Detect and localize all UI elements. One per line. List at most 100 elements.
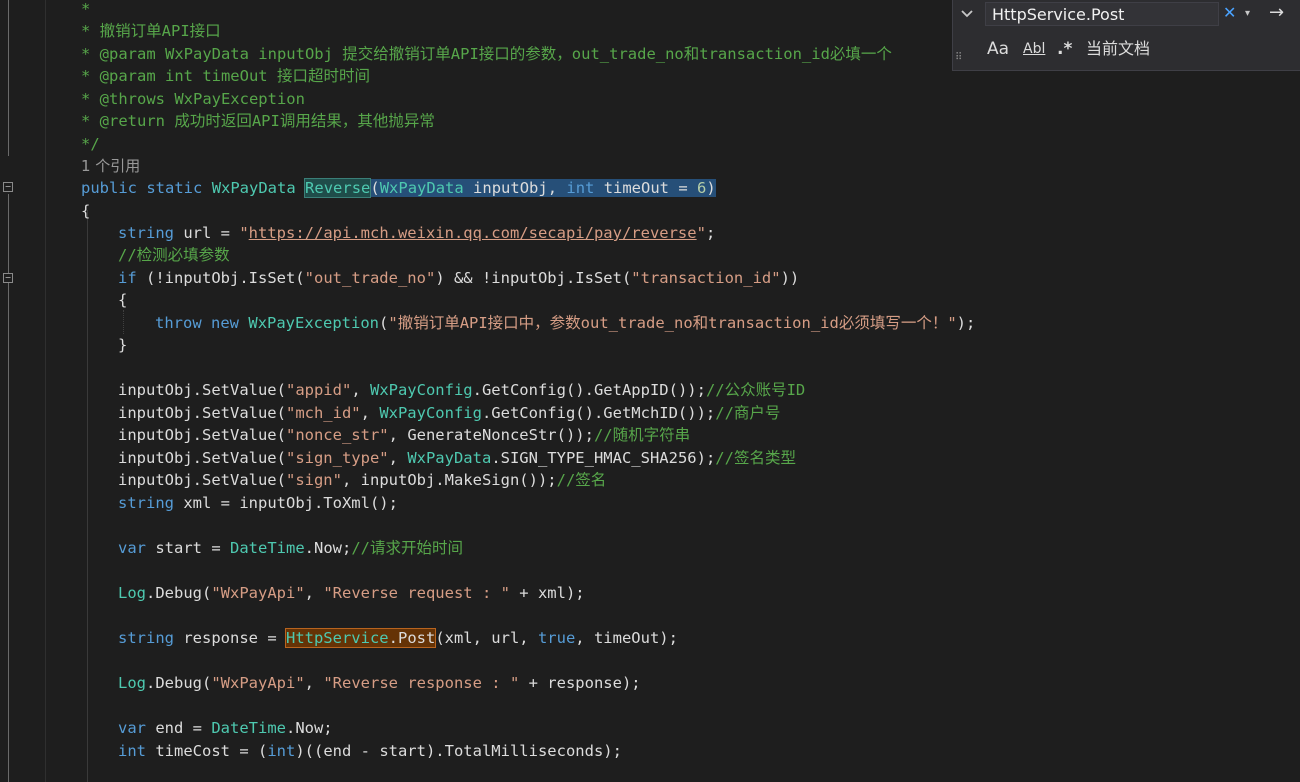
find-match-highlight[interactable]: HttpService.Post bbox=[284, 628, 437, 648]
string-literal: "WxPayApi" bbox=[211, 674, 305, 692]
code-text: .SIGN_TYPE_HMAC_SHA256); bbox=[491, 449, 716, 467]
doc-comment-line: * @return 成功时返回API调用结果，其他抛异常 bbox=[81, 112, 435, 130]
close-icon[interactable]: ✕ bbox=[1223, 2, 1236, 24]
doc-comment-line: * 撤销订单API接口 bbox=[81, 22, 221, 40]
code-line: if (!inputObj.IsSet("out_trade_no") && !… bbox=[118, 267, 799, 289]
string-literal: "nonce_str" bbox=[285, 426, 389, 444]
code-text: ); bbox=[956, 314, 976, 332]
code-text: inputObj.SetValue( bbox=[118, 449, 286, 467]
whole-word-toggle[interactable]: Abl bbox=[1023, 38, 1045, 60]
code-text: xml = inputObj.ToXml(); bbox=[174, 494, 398, 512]
code-text: response = bbox=[174, 629, 286, 647]
codelens-references[interactable]: 1 个引用 bbox=[81, 155, 140, 177]
string-literal: "appid" bbox=[285, 381, 352, 399]
string-quote: " bbox=[696, 224, 706, 242]
regex-toggle[interactable]: .* bbox=[1057, 38, 1072, 60]
param-text: timeOut = bbox=[594, 179, 698, 197]
code-text: .GetConfig().GetAppID()); bbox=[472, 381, 706, 399]
code-text: ) && !inputObj.IsSet( bbox=[435, 269, 632, 287]
code-line: inputObj.SetValue("appid", WxPayConfig.G… bbox=[118, 379, 805, 401]
brace: { bbox=[118, 291, 128, 309]
code-editor[interactable]: − − * * 撤销订单API接口 * @param WxPayData inp… bbox=[0, 0, 1300, 782]
code-line: var end = DateTime.Now; bbox=[118, 717, 333, 739]
code-line: throw new WxPayException("撤销订单API接口中，参数o… bbox=[155, 312, 975, 334]
collapse-method-icon[interactable]: − bbox=[3, 182, 13, 192]
code-text: + response); bbox=[519, 674, 641, 692]
keyword: new bbox=[211, 314, 240, 332]
code-line: inputObj.SetValue("mch_id", WxPayConfig.… bbox=[118, 402, 780, 424]
type-name: WxPayData bbox=[407, 449, 492, 467]
code-text: inputObj.SetValue( bbox=[118, 404, 286, 422]
comment: //随机字符串 bbox=[593, 426, 691, 444]
keyword: throw bbox=[155, 314, 202, 332]
code-text: , bbox=[341, 471, 361, 489]
type-name: HttpService bbox=[285, 629, 389, 647]
code-text: ( bbox=[379, 314, 389, 332]
code-text: , bbox=[388, 426, 408, 444]
comment: //签名类型 bbox=[715, 449, 796, 467]
indent-guide bbox=[87, 210, 88, 782]
collapse-if-icon[interactable]: − bbox=[3, 273, 13, 283]
code-text: ; bbox=[705, 224, 716, 242]
find-widget: HttpService.Post ✕ ▾ → Aa Abl .* 当前文档 ⠿ bbox=[952, 0, 1300, 71]
code-line: string url = "https://api.mch.weixin.qq.… bbox=[118, 222, 715, 244]
string-literal: "mch_id" bbox=[285, 404, 361, 422]
keyword: static bbox=[146, 179, 203, 197]
dropdown-icon[interactable]: ▾ bbox=[1245, 4, 1250, 24]
code-line: inputObj.SetValue("nonce_str", GenerateN… bbox=[118, 424, 690, 446]
comment-line: //检测必填参数 bbox=[118, 246, 230, 264]
code-text: inputObj.SetValue( bbox=[118, 426, 286, 444]
code-line: Log.Debug("WxPayApi", "Reverse request :… bbox=[118, 582, 585, 604]
code-text: url = bbox=[174, 224, 240, 242]
resize-grip-icon[interactable]: ⠿ bbox=[955, 52, 962, 63]
doc-comment-line: */ bbox=[81, 135, 100, 153]
code-text: (xml, url, bbox=[435, 629, 538, 647]
find-next-icon[interactable]: → bbox=[1269, 1, 1284, 25]
method-name-highlight[interactable]: Reverse bbox=[304, 178, 372, 198]
code-text: , bbox=[388, 449, 408, 467]
code-text: .GetConfig().GetMchID()); bbox=[481, 404, 716, 422]
code-text: , bbox=[351, 381, 370, 399]
type-name: DateTime bbox=[230, 539, 305, 557]
string-quote: " bbox=[239, 224, 249, 242]
string-literal: "out_trade_no" bbox=[304, 269, 436, 287]
code-text: .Now; bbox=[285, 719, 333, 737]
outline-line bbox=[8, 0, 9, 156]
code-text: , bbox=[304, 584, 324, 602]
code-line: string xml = inputObj.ToXml(); bbox=[118, 492, 398, 514]
comment: //签名 bbox=[556, 471, 607, 489]
code-text: , timeOut); bbox=[575, 629, 678, 647]
code-text: GenerateNonceStr()); bbox=[407, 426, 594, 444]
keyword: int bbox=[118, 742, 146, 760]
chevron-down-icon[interactable] bbox=[961, 4, 973, 28]
type-name: WxPayData bbox=[211, 179, 296, 197]
search-scope-dropdown[interactable]: 当前文档 bbox=[1086, 38, 1150, 60]
doc-comment-line: * @param WxPayData inputObj 提交给撤销订单API接口… bbox=[81, 45, 892, 63]
code-text: inputObj.SetValue( bbox=[118, 471, 286, 489]
match-case-toggle[interactable]: Aa bbox=[987, 38, 1009, 60]
type-name: WxPayException bbox=[248, 314, 380, 332]
code-line: Log.Debug("WxPayApi", "Reverse response … bbox=[118, 672, 641, 694]
code-text: start = bbox=[146, 539, 230, 557]
code-text: .Debug( bbox=[146, 674, 212, 692]
string-literal: "sign" bbox=[285, 471, 342, 489]
comment: //商户号 bbox=[715, 404, 781, 422]
type-name: WxPayConfig bbox=[379, 404, 482, 422]
find-input[interactable]: HttpService.Post bbox=[985, 2, 1219, 26]
indent-guide bbox=[123, 310, 124, 334]
code-text: .Now; bbox=[304, 539, 352, 557]
code-text: timeCost = ( bbox=[146, 742, 268, 760]
keyword: public bbox=[81, 179, 137, 197]
code-line: string response = HttpService.Post(xml, … bbox=[118, 627, 678, 649]
type-name: Log bbox=[118, 674, 146, 692]
method-call: Post bbox=[397, 629, 436, 647]
code-text: inputObj.SetValue( bbox=[118, 381, 286, 399]
url-link[interactable]: https://api.mch.weixin.qq.com/secapi/pay… bbox=[249, 224, 697, 242]
keyword: true bbox=[537, 629, 576, 647]
doc-comment-line: * @param int timeOut 接口超时时间 bbox=[81, 67, 370, 85]
string-literal: "Reverse response : " bbox=[323, 674, 520, 692]
code-text: )((end - start).TotalMilliseconds); bbox=[295, 742, 622, 760]
keyword: int bbox=[267, 742, 296, 760]
type-name: Log bbox=[118, 584, 146, 602]
string-literal: "transaction_id" bbox=[631, 269, 781, 287]
